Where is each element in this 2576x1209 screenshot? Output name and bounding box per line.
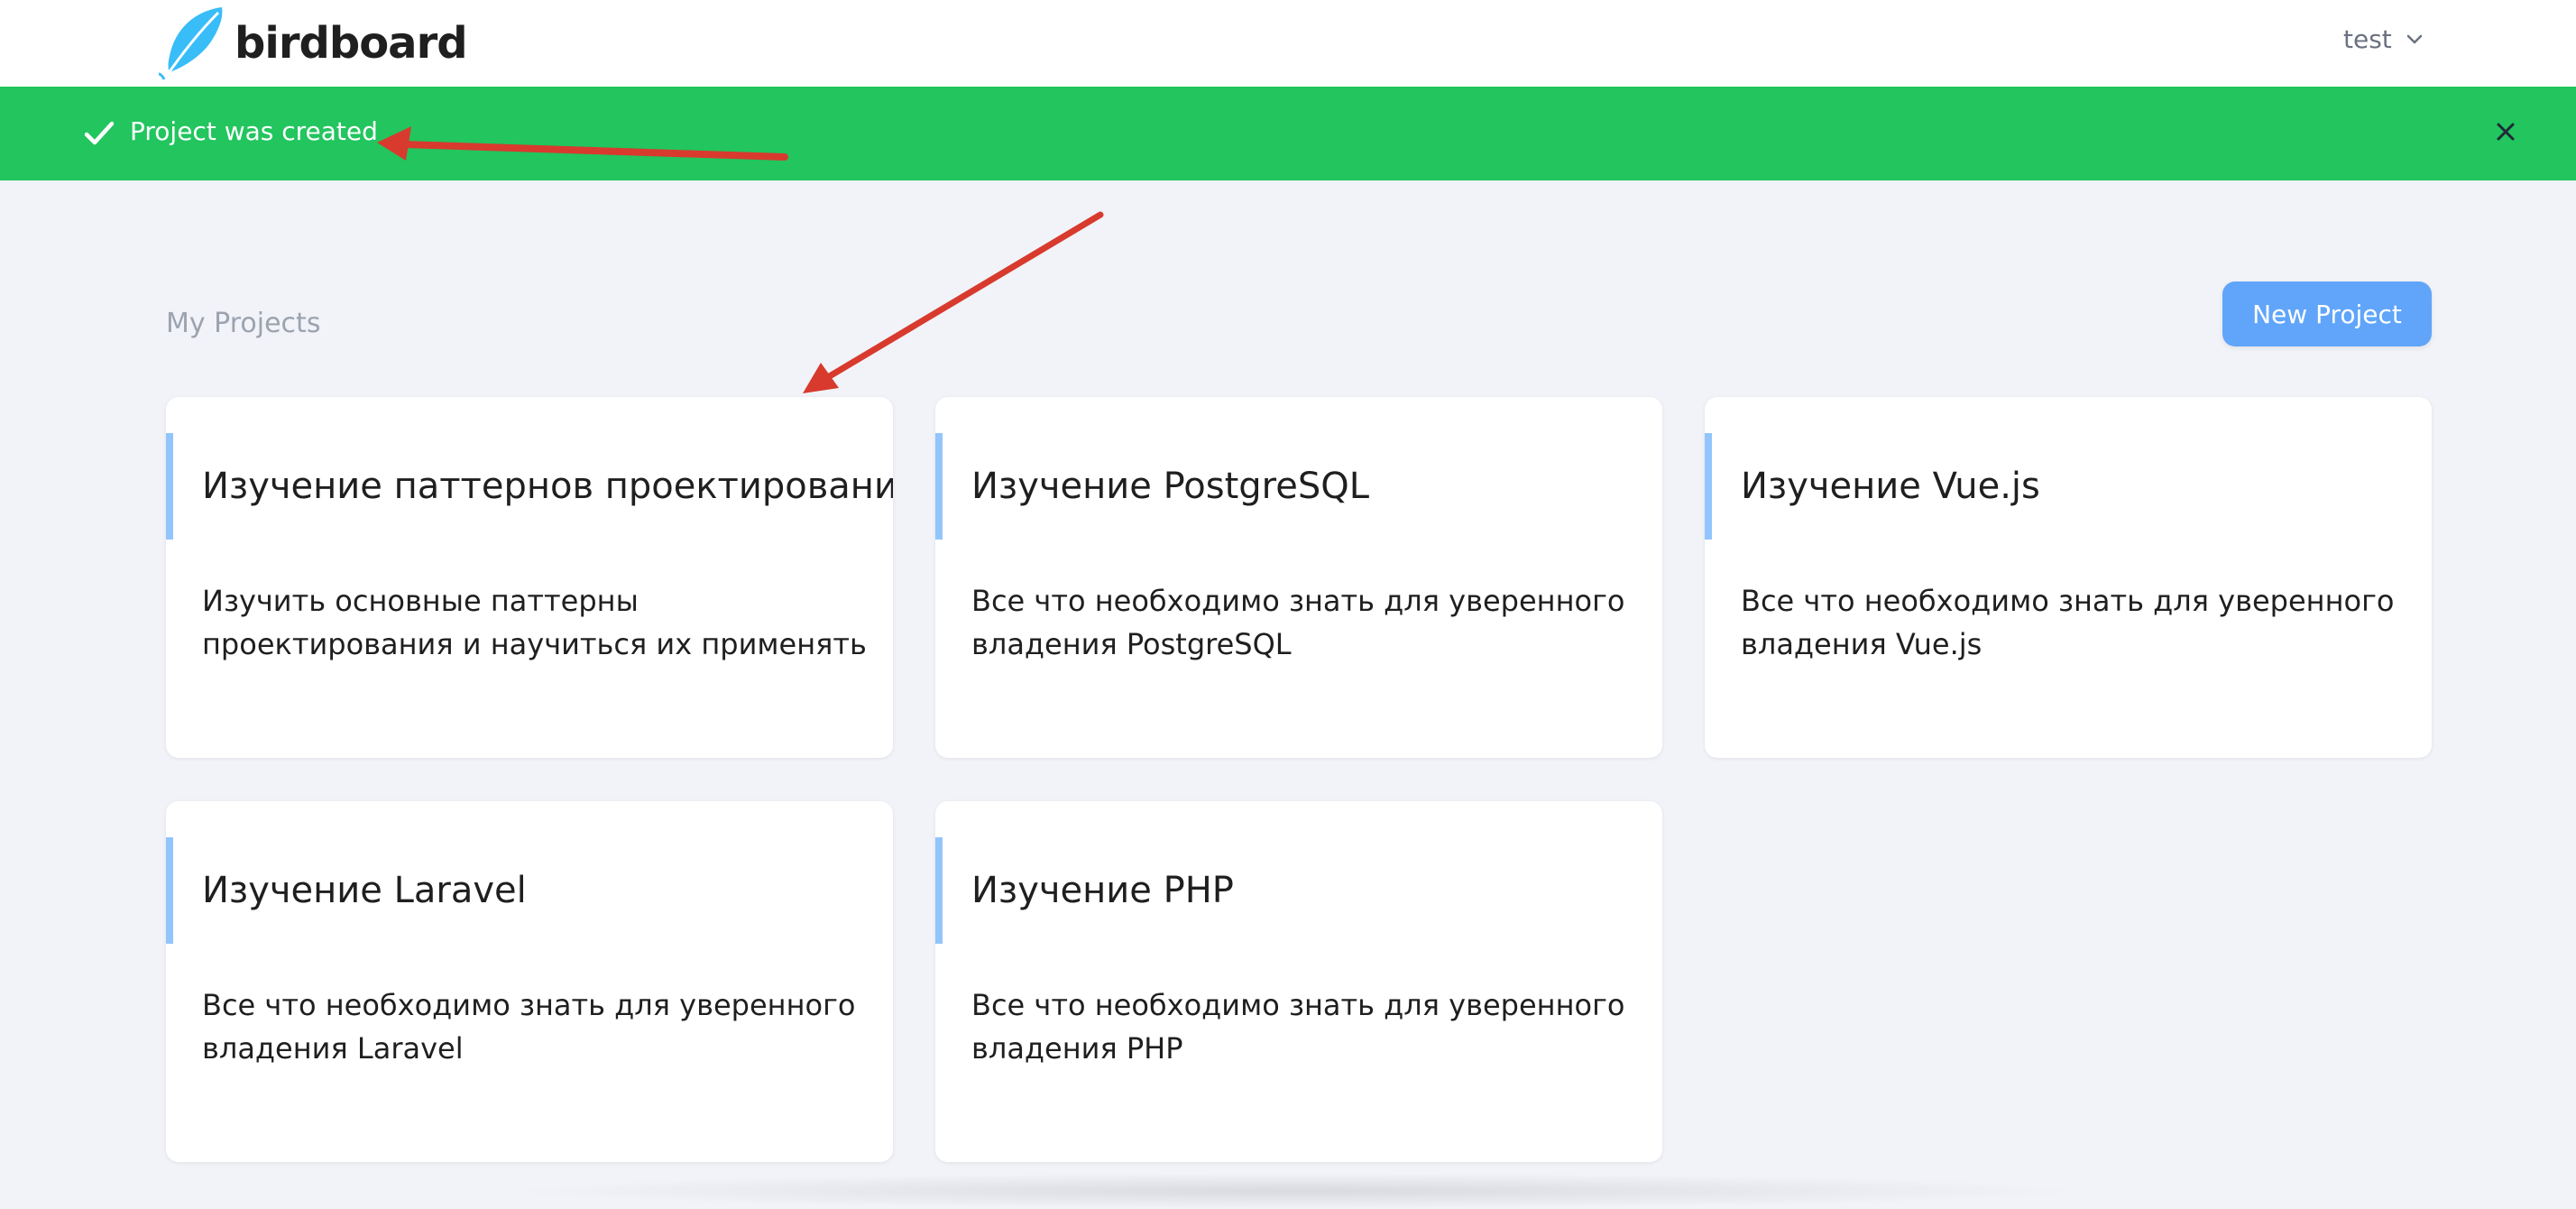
project-title[interactable]: Изучение Laravel (166, 837, 851, 944)
chevron-down-icon (2406, 34, 2423, 44)
new-project-button[interactable]: New Project (2222, 281, 2432, 346)
checkmark-icon (84, 121, 115, 145)
close-icon[interactable] (2489, 115, 2522, 148)
project-description: Изучить основные паттерны проектирования… (202, 584, 867, 661)
page-title: My Projects (166, 308, 321, 339)
project-description: Все что необходимо знать для уверенного … (1741, 584, 2395, 661)
user-menu[interactable]: test (2343, 18, 2424, 60)
bottom-shadow (505, 1173, 2093, 1209)
feather-logo-icon (159, 7, 223, 80)
project-card[interactable]: Изучение Vue.js Все что необходимо знать… (1705, 397, 2432, 758)
project-description: Все что необходимо знать для уверенного … (971, 988, 1625, 1066)
user-name: test (2343, 23, 2392, 54)
project-title[interactable]: Изучение PHP (935, 837, 1621, 944)
top-navbar: birdboard test (0, 0, 2576, 87)
project-title[interactable]: Изучение PostgreSQL (935, 433, 1621, 540)
project-card[interactable]: Изучение PostgreSQL Все что необходимо з… (935, 397, 1662, 758)
project-card[interactable]: Изучение PHP Все что необходимо знать дл… (935, 801, 1662, 1162)
flash-message: Project was created (130, 116, 378, 146)
project-description: Все что необходимо знать для уверенного … (971, 584, 1625, 661)
success-flash-banner: Project was created (0, 87, 2576, 180)
project-title[interactable]: Изучение паттернов проектирования (166, 433, 893, 540)
project-card[interactable]: Изучение Laravel Все что необходимо знат… (166, 801, 893, 1162)
project-description: Все что необходимо знать для уверенного … (202, 988, 856, 1066)
project-card[interactable]: Изучение паттернов проектирования Изучит… (166, 397, 893, 758)
project-title[interactable]: Изучение Vue.js (1705, 433, 2390, 540)
logo[interactable]: birdboard (159, 5, 468, 81)
annotation-arrow-card (803, 211, 1104, 393)
brand-name: birdboard (235, 18, 468, 69)
